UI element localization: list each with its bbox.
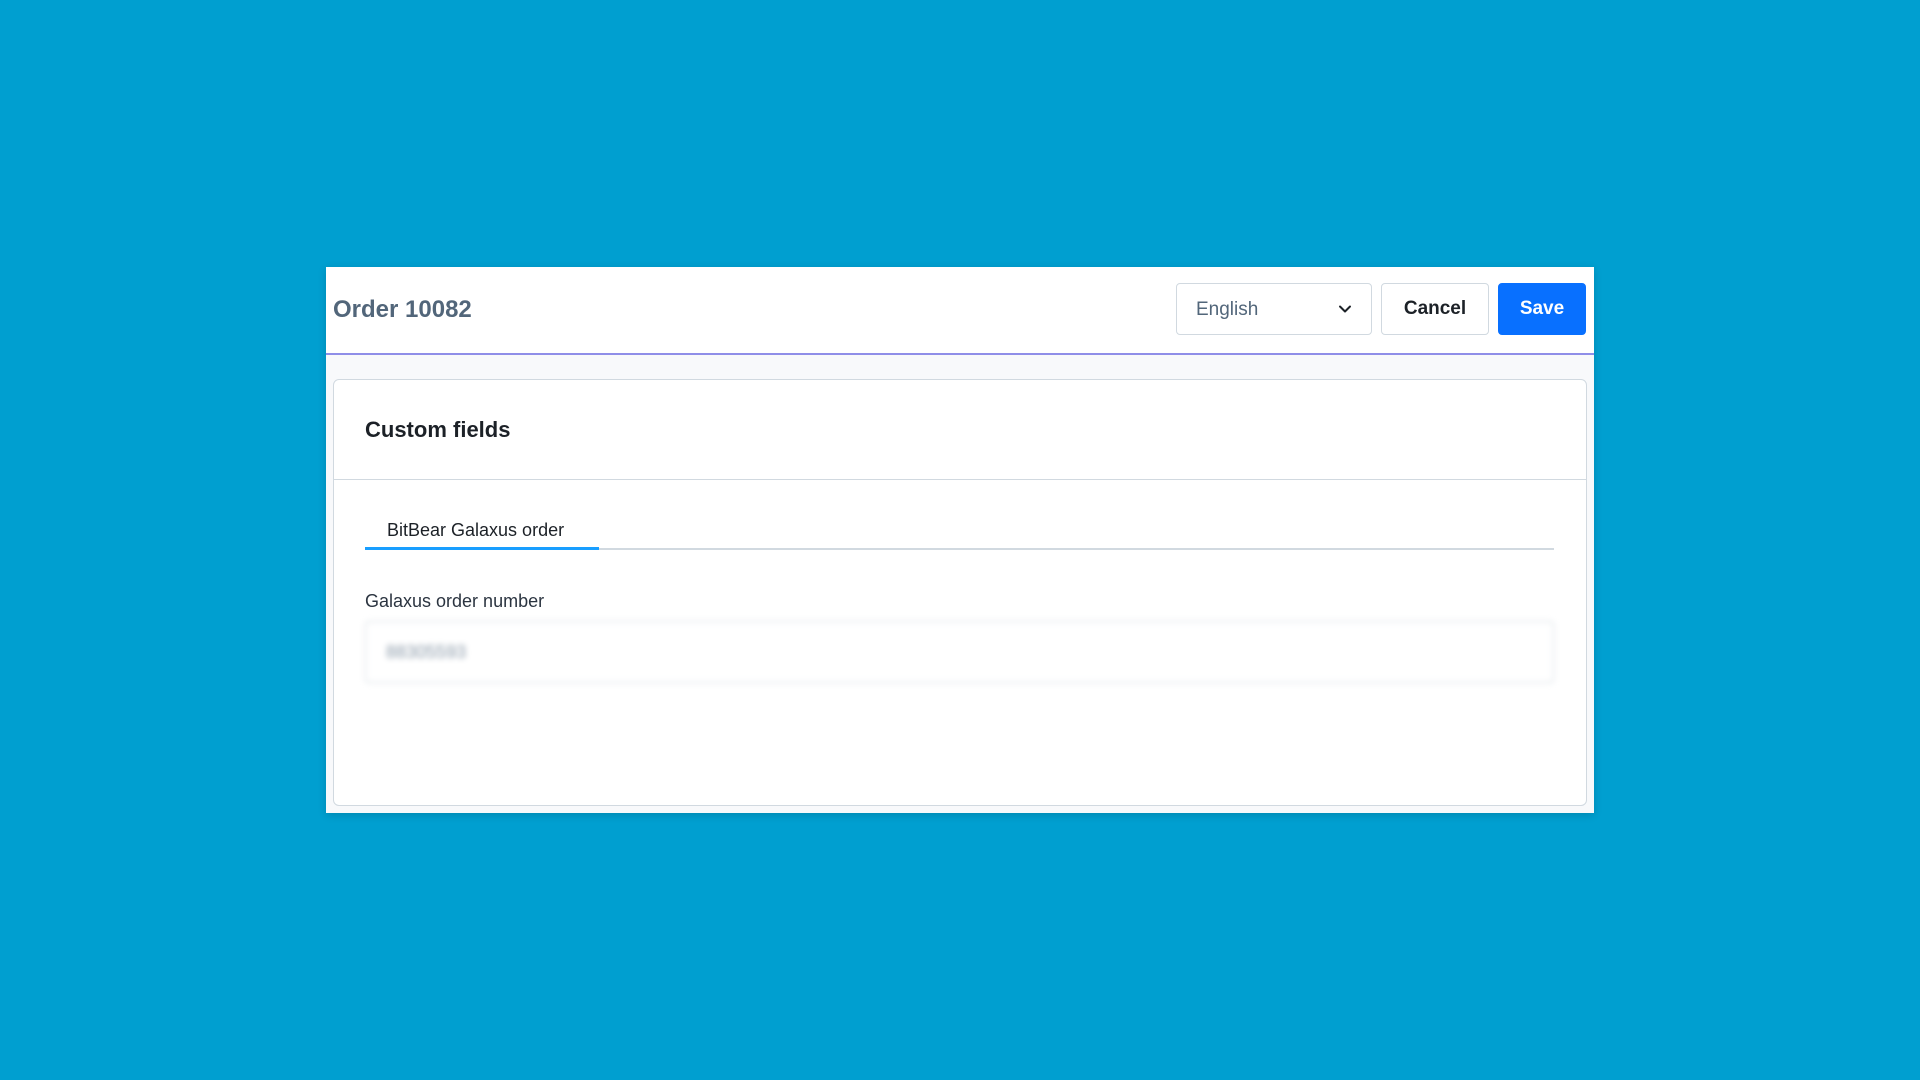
cancel-button[interactable]: Cancel bbox=[1381, 283, 1489, 335]
order-modal: Order 10082 English Cancel Save Custom f… bbox=[326, 267, 1594, 813]
language-select-value: English bbox=[1196, 299, 1259, 320]
custom-field-set-tabs: BitBear Galaxus order bbox=[365, 510, 1554, 550]
modal-header: Order 10082 English Cancel Save bbox=[326, 267, 1594, 355]
save-button[interactable]: Save bbox=[1498, 283, 1586, 335]
galaxus-order-number-input[interactable] bbox=[365, 621, 1554, 683]
card-title: Custom fields bbox=[365, 417, 511, 442]
card-header: Custom fields bbox=[334, 380, 1586, 480]
galaxus-order-number-label: Galaxus order number bbox=[365, 591, 545, 611]
custom-fields-card: Custom fields BitBear Galaxus order Gala… bbox=[333, 379, 1587, 806]
language-select[interactable]: English bbox=[1176, 283, 1372, 335]
modal-title: Order 10082 bbox=[333, 296, 472, 323]
tab-bitbear-galaxus-order[interactable]: BitBear Galaxus order bbox=[365, 510, 599, 550]
chevron-down-icon bbox=[1339, 305, 1351, 313]
tab-label: BitBear Galaxus order bbox=[387, 520, 565, 540]
